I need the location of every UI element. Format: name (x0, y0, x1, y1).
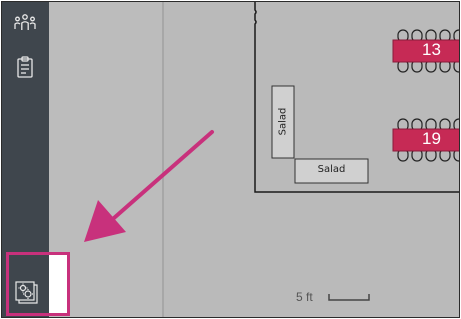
table-number-13: 13 (422, 40, 441, 59)
salad-label-horizontal: Salad (317, 164, 346, 175)
floorplan-canvas[interactable]: 13 19 Salad Salad 5 ft (164, 2, 459, 317)
salad-label-vertical: Salad (277, 107, 289, 136)
table-number-19: 19 (422, 129, 441, 148)
floorplan-drawing (254, 2, 459, 301)
scale-label: 5 ft (296, 290, 313, 304)
clipboard-icon[interactable] (12, 54, 38, 80)
highlight-box (6, 252, 70, 316)
scale-bar (328, 294, 370, 301)
app-window: 13 19 Salad Salad 5 ft (1, 1, 460, 318)
people-icon[interactable] (12, 10, 38, 36)
